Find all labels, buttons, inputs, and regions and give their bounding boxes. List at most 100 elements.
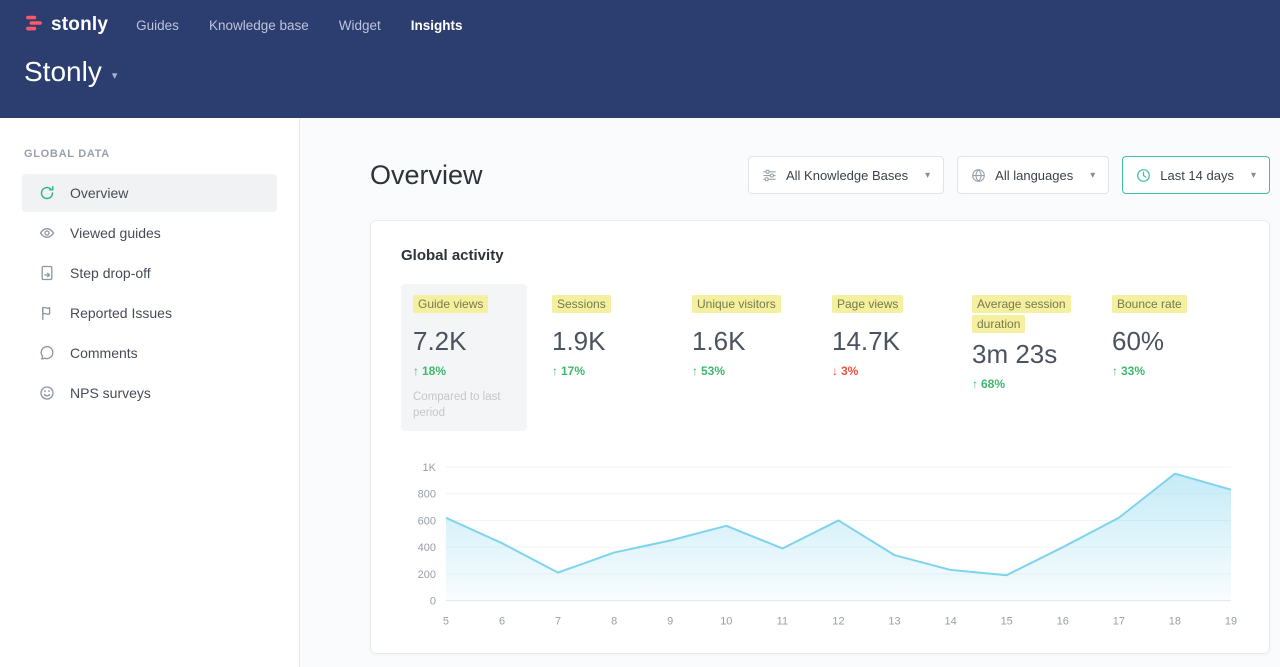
globe-icon: [971, 168, 986, 183]
sidebar-item-label: Viewed guides: [70, 225, 161, 241]
chevron-down-icon: ▾: [112, 69, 118, 82]
metric-label: Sessions: [552, 295, 611, 313]
metric-tile-average-session-duration[interactable]: Average session duration 3m 23s ↑68%: [972, 284, 1112, 401]
svg-text:10: 10: [720, 616, 732, 628]
topnav-item-insights[interactable]: Insights: [411, 18, 463, 33]
sidebar-item-nps-surveys[interactable]: NPS surveys: [22, 374, 277, 412]
metric-value: 7.2K: [413, 326, 515, 357]
filter-label: All languages: [995, 168, 1073, 183]
eye-icon: [39, 225, 55, 241]
svg-text:15: 15: [1001, 616, 1013, 628]
clock-icon: [1136, 168, 1151, 183]
metric-change: ↑17%: [552, 364, 692, 378]
metric-value: 14.7K: [832, 326, 972, 357]
metric-value: 60%: [1112, 326, 1252, 357]
global-activity-card: Global activity Guide views 7.2K ↑18% Co…: [370, 220, 1270, 654]
flag-icon: [39, 305, 55, 321]
workspace-title: Stonly: [24, 56, 102, 88]
svg-text:16: 16: [1057, 616, 1069, 628]
workspace-switcher[interactable]: Stonly ▾: [24, 56, 117, 88]
topnav-item-widget[interactable]: Widget: [339, 18, 381, 33]
metric-change: ↑68%: [972, 377, 1112, 391]
svg-text:11: 11: [777, 616, 788, 628]
metric-label: Guide views: [413, 295, 488, 313]
chevron-down-icon: ▾: [925, 170, 930, 181]
topnav-item-knowledge-base[interactable]: Knowledge base: [209, 18, 309, 33]
svg-text:18: 18: [1169, 616, 1181, 628]
trend-up-icon: ↑: [692, 364, 698, 378]
filter-label: All Knowledge Bases: [786, 168, 908, 183]
sidebar: GLOBAL DATA Overview Viewed guides Step …: [0, 118, 300, 667]
svg-text:13: 13: [888, 616, 900, 628]
trend-up-icon: ↑: [552, 364, 558, 378]
svg-text:0: 0: [430, 596, 436, 608]
step-dropoff-icon: [39, 265, 55, 281]
metrics-row: Guide views 7.2K ↑18% Compared to last p…: [401, 284, 1239, 431]
card-title: Global activity: [401, 247, 1239, 264]
svg-text:17: 17: [1113, 616, 1125, 628]
metric-value: 1.6K: [692, 326, 832, 357]
metric-value: 3m 23s: [972, 339, 1112, 370]
chevron-down-icon: ▾: [1090, 170, 1095, 181]
sidebar-nav: Overview Viewed guides Step drop-off Rep…: [0, 174, 299, 412]
svg-text:14: 14: [945, 616, 957, 628]
sidebar-item-label: Comments: [70, 345, 138, 361]
metric-change: ↑33%: [1112, 364, 1252, 378]
sidebar-section-label: GLOBAL DATA: [0, 148, 299, 160]
filter-dropdown-last-14-days[interactable]: Last 14 days ▾: [1122, 156, 1270, 194]
trend-up-icon: ↑: [413, 364, 419, 378]
sidebar-item-label: Step drop-off: [70, 265, 151, 281]
metric-value: 1.9K: [552, 326, 692, 357]
trend-up-icon: ↑: [972, 377, 978, 391]
metric-label: Unique visitors: [692, 295, 781, 313]
main-content: Overview All Knowledge Bases ▾ All langu…: [300, 118, 1280, 667]
metric-change: ↑18%: [413, 364, 515, 378]
metric-tile-bounce-rate[interactable]: Bounce rate 60% ↑33%: [1112, 284, 1252, 388]
page-title: Overview: [370, 160, 483, 191]
sidebar-item-viewed-guides[interactable]: Viewed guides: [22, 214, 277, 252]
svg-text:200: 200: [418, 569, 436, 581]
svg-text:9: 9: [667, 616, 673, 628]
svg-text:19: 19: [1225, 616, 1237, 628]
svg-text:6: 6: [499, 616, 505, 628]
metric-label: Bounce rate: [1112, 295, 1187, 313]
brand-name: stonly: [51, 14, 108, 36]
area-chart-svg: 02004006008001K5678910111213141516171819: [401, 455, 1239, 633]
sidebar-item-label: Overview: [70, 185, 128, 201]
global-activity-chart: 02004006008001K5678910111213141516171819: [401, 455, 1239, 633]
sidebar-item-overview[interactable]: Overview: [22, 174, 277, 212]
filter-bar: All Knowledge Bases ▾ All languages ▾ La…: [748, 156, 1270, 194]
metric-tile-sessions[interactable]: Sessions 1.9K ↑17%: [552, 284, 692, 388]
trend-up-icon: ↑: [1112, 364, 1118, 378]
sliders-icon: [762, 168, 777, 183]
comment-icon: [39, 345, 55, 361]
sidebar-item-step-drop-off[interactable]: Step drop-off: [22, 254, 277, 292]
metric-label: Page views: [832, 295, 903, 313]
overview-icon: [39, 185, 55, 201]
sidebar-item-reported-issues[interactable]: Reported Issues: [22, 294, 277, 332]
metric-label: Average session duration: [972, 295, 1071, 333]
svg-text:800: 800: [418, 489, 436, 501]
metric-change: ↓3%: [832, 364, 972, 378]
svg-text:600: 600: [418, 516, 436, 528]
metric-tile-guide-views[interactable]: Guide views 7.2K ↑18% Compared to last p…: [401, 284, 527, 431]
smiley-icon: [39, 385, 55, 401]
topnav-item-guides[interactable]: Guides: [136, 18, 179, 33]
top-navbar: stonly Guides Knowledge base Widget Insight…: [0, 0, 1280, 118]
filter-label: Last 14 days: [1160, 168, 1234, 183]
metric-tile-unique-visitors[interactable]: Unique visitors 1.6K ↑53%: [692, 284, 832, 388]
top-navigation: Guides Knowledge base Widget Insights: [136, 18, 462, 33]
sidebar-item-label: Reported Issues: [70, 305, 172, 321]
svg-text:8: 8: [611, 616, 617, 628]
filter-dropdown-all-languages[interactable]: All languages ▾: [957, 156, 1109, 194]
trend-down-icon: ↓: [832, 364, 838, 378]
metric-note: Compared to last period: [413, 390, 513, 421]
sidebar-item-label: NPS surveys: [70, 385, 151, 401]
filter-dropdown-all-knowledge-bases[interactable]: All Knowledge Bases ▾: [748, 156, 944, 194]
metric-change: ↑53%: [692, 364, 832, 378]
stonly-logo-icon: [24, 14, 44, 37]
svg-text:5: 5: [443, 616, 449, 628]
metric-tile-page-views[interactable]: Page views 14.7K ↓3%: [832, 284, 972, 388]
brand-logo[interactable]: stonly: [24, 14, 108, 37]
sidebar-item-comments[interactable]: Comments: [22, 334, 277, 372]
